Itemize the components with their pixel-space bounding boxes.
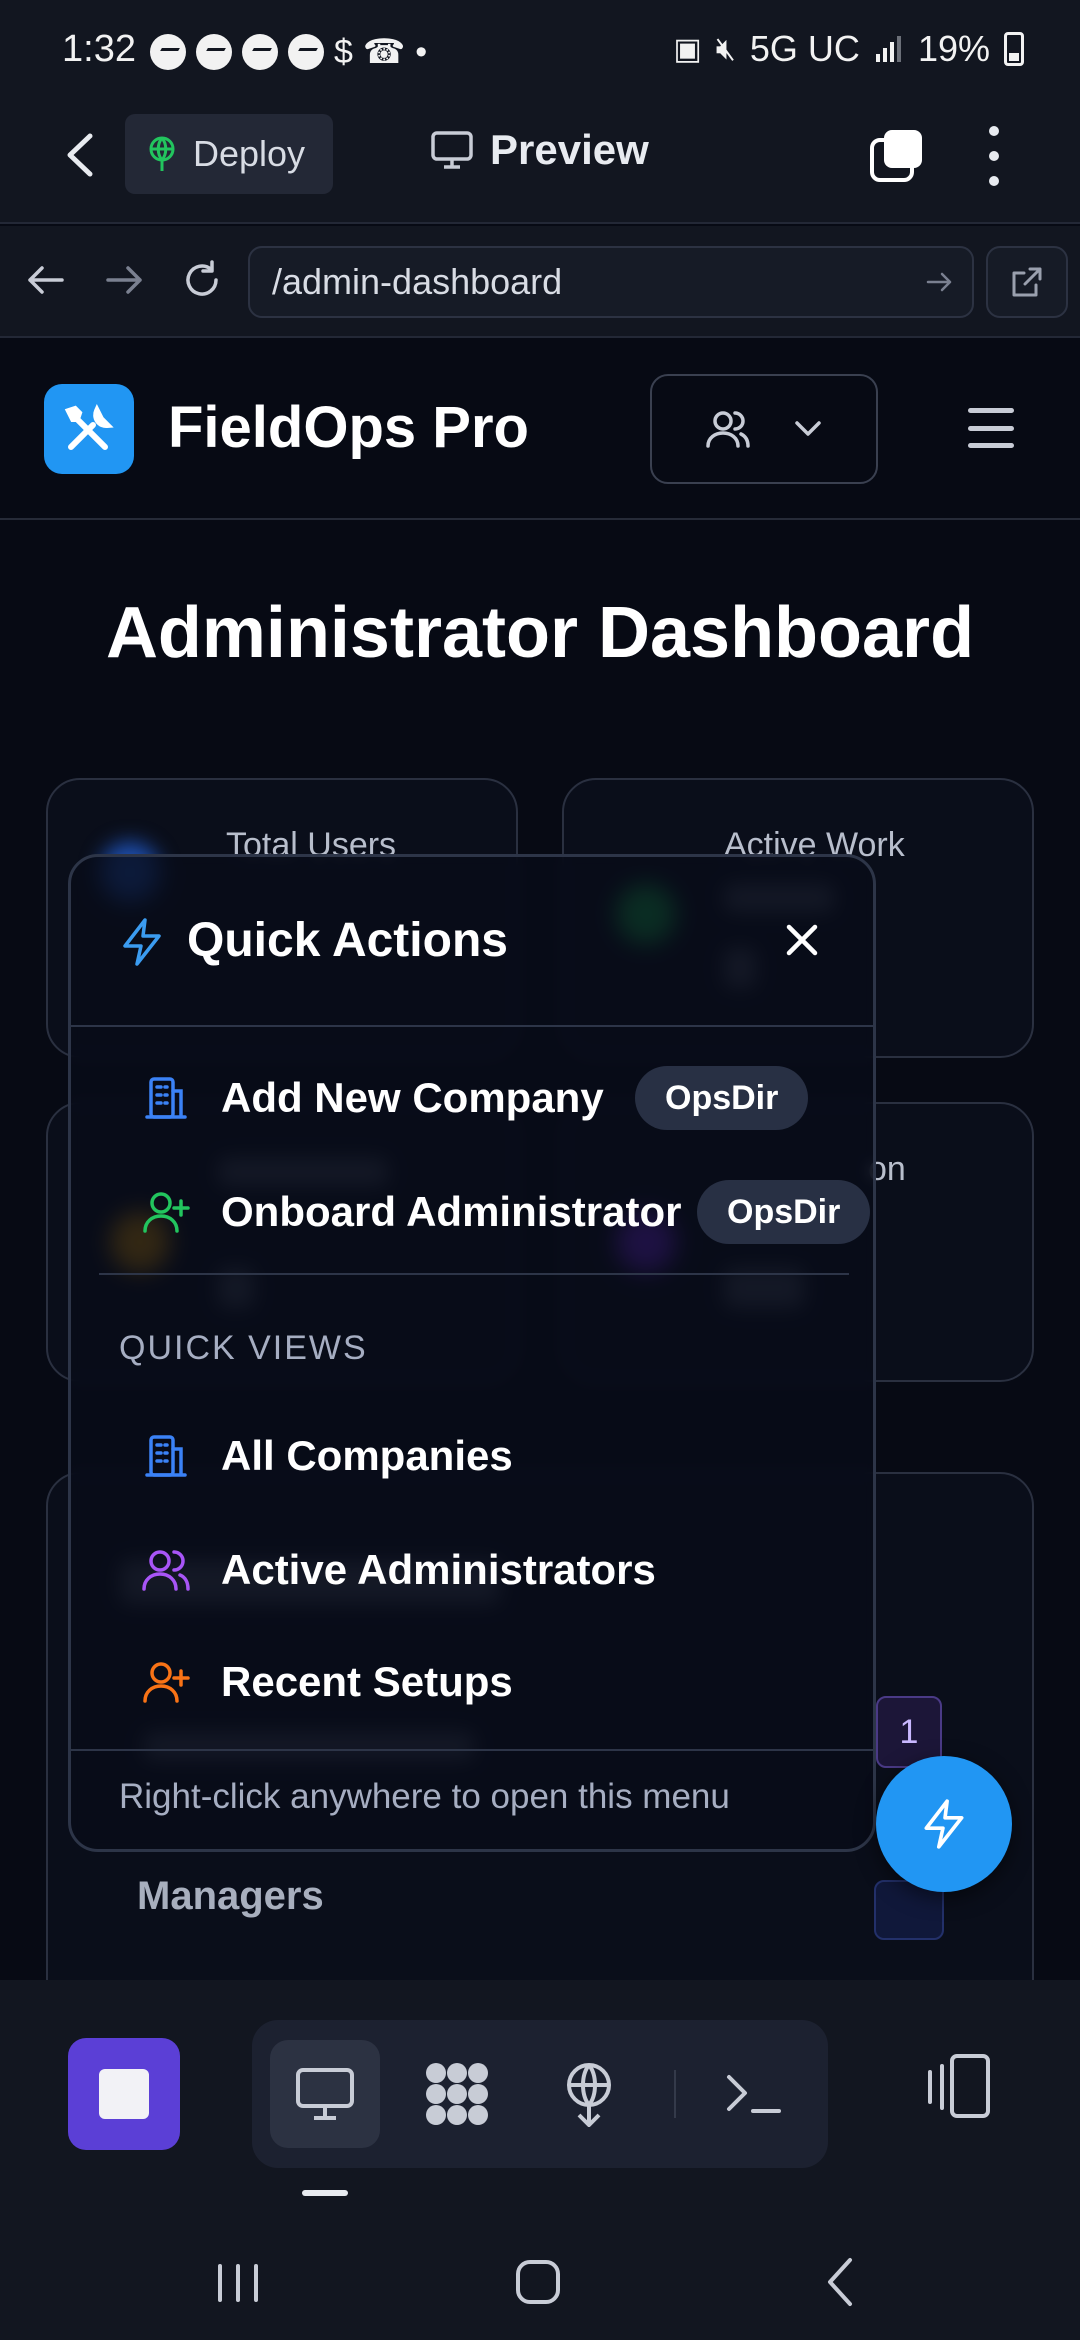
status-bar: 1:32 $ ☎ • ▣ 🔇︎ 5G UC 19% [0,0,1080,104]
recent-apps-icon[interactable] [208,2252,268,2312]
page-title: Administrator Dashboard [105,593,975,673]
tools-icon [64,403,114,450]
preview-tab[interactable]: Preview [430,126,649,174]
terminal-icon [727,2075,781,2113]
opsdir-badge: OpsDir [697,1180,871,1244]
building-icon [145,1435,187,1477]
action-label: Add New Company [221,1074,604,1121]
stop-icon [99,2069,149,2119]
footer-hint: Right-click anywhere to open this menu [119,1777,730,1816]
battery-icon [1004,32,1024,66]
tool-group [252,2020,828,2168]
apps-tool[interactable] [402,2040,512,2148]
battery-saver-icon: ▣ [673,32,702,66]
managers-label: Managers [137,1874,324,1918]
device-switch-icon[interactable] [916,2052,996,2122]
monitor-icon [431,131,473,169]
action-label: Onboard Administrator [221,1188,682,1235]
browser-back-icon[interactable] [22,256,70,304]
more-options-icon[interactable] [985,126,1003,186]
browser-forward-icon[interactable] [100,256,148,304]
signal-icon [875,36,901,62]
go-arrow-icon[interactable] [924,266,956,298]
opsdir-badge: OpsDir [635,1066,809,1130]
quick-actions-menu: Quick Actions Add New Company OpsDir Onb… [68,854,876,1852]
monitor-icon [296,2068,354,2120]
url-input[interactable]: /admin-dashboard [248,246,974,318]
external-link-icon [1012,267,1042,297]
close-icon[interactable] [777,915,827,965]
quick-actions-title: Quick Actions [187,914,508,967]
lightning-icon [123,918,161,966]
view-label: Recent Setups [221,1658,513,1705]
network-label: 5G UC [749,28,860,69]
logo[interactable] [44,384,134,474]
status-time: 1:32 [62,28,136,70]
preview-tool[interactable] [270,2040,380,2148]
building-icon [145,1077,187,1119]
role-switcher[interactable] [650,374,878,484]
mute-icon: 🔇︎ [715,30,736,66]
back-icon[interactable] [58,130,102,180]
users-icon [706,411,750,448]
view-all-companies[interactable]: All Companies [71,1411,873,1501]
action-onboard-administrator[interactable]: Onboard Administrator OpsDir [71,1167,873,1257]
stop-button[interactable] [68,2038,180,2150]
more-notifications-icon: • [415,32,428,71]
user-plus-icon [143,1662,190,1703]
open-external-button[interactable] [986,246,1068,318]
console-tool[interactable] [698,2040,808,2148]
url-text: /admin-dashboard [272,261,563,302]
active-tab-indicator [302,2190,348,2196]
view-label: Active Administrators [221,1546,656,1593]
messenger-icon [242,34,278,70]
messenger-icon [196,34,232,70]
lightning-icon [924,1799,964,1849]
preview-label: Preview [490,126,649,173]
messenger-icon [150,34,186,70]
reload-icon[interactable] [178,256,226,304]
users-icon [142,1550,190,1591]
view-recent-setups[interactable]: Recent Setups [71,1637,873,1727]
status-right: ▣ 🔇︎ 5G UC 19% [673,28,1024,70]
dollar-icon: $ [334,32,353,71]
deploy-label: Deploy [193,133,306,174]
battery-percent: 19% [917,28,990,69]
view-label: All Companies [221,1432,513,1479]
deploy-icon [149,136,175,171]
missed-call-icon: ☎ [362,33,406,71]
messenger-icon [288,34,324,70]
divider [99,1273,849,1275]
divider [674,2070,676,2118]
deploy-icon [567,2063,611,2127]
bottom-toolbar [0,1980,1080,2340]
user-plus-icon [143,1192,190,1233]
chevron-down-icon [795,421,821,436]
deploy-button[interactable]: Deploy [125,114,333,194]
brand-name[interactable]: FieldOps Pro [168,394,529,461]
app-bar: Deploy Preview [0,104,1080,224]
notification-icons: $ ☎ • [150,32,427,72]
quick-actions-fab[interactable] [876,1756,1012,1892]
url-bar: /admin-dashboard [0,226,1080,338]
action-add-new-company[interactable]: Add New Company OpsDir [71,1053,873,1143]
home-icon[interactable] [508,2252,568,2312]
view-active-administrators[interactable]: Active Administrators [71,1525,873,1615]
deploy-tool[interactable] [534,2040,644,2148]
quick-actions-footer: Right-click anywhere to open this menu [71,1749,873,1849]
system-back-icon[interactable] [812,2252,872,2312]
menu-icon[interactable] [968,408,1014,448]
quick-views-heading: QUICK VIEWS [119,1329,368,1367]
site-header: FieldOps Pro [0,338,1080,520]
tabs-icon[interactable] [868,126,926,184]
grid-blob-icon [426,2063,488,2125]
quick-actions-header: Quick Actions [71,857,873,1027]
